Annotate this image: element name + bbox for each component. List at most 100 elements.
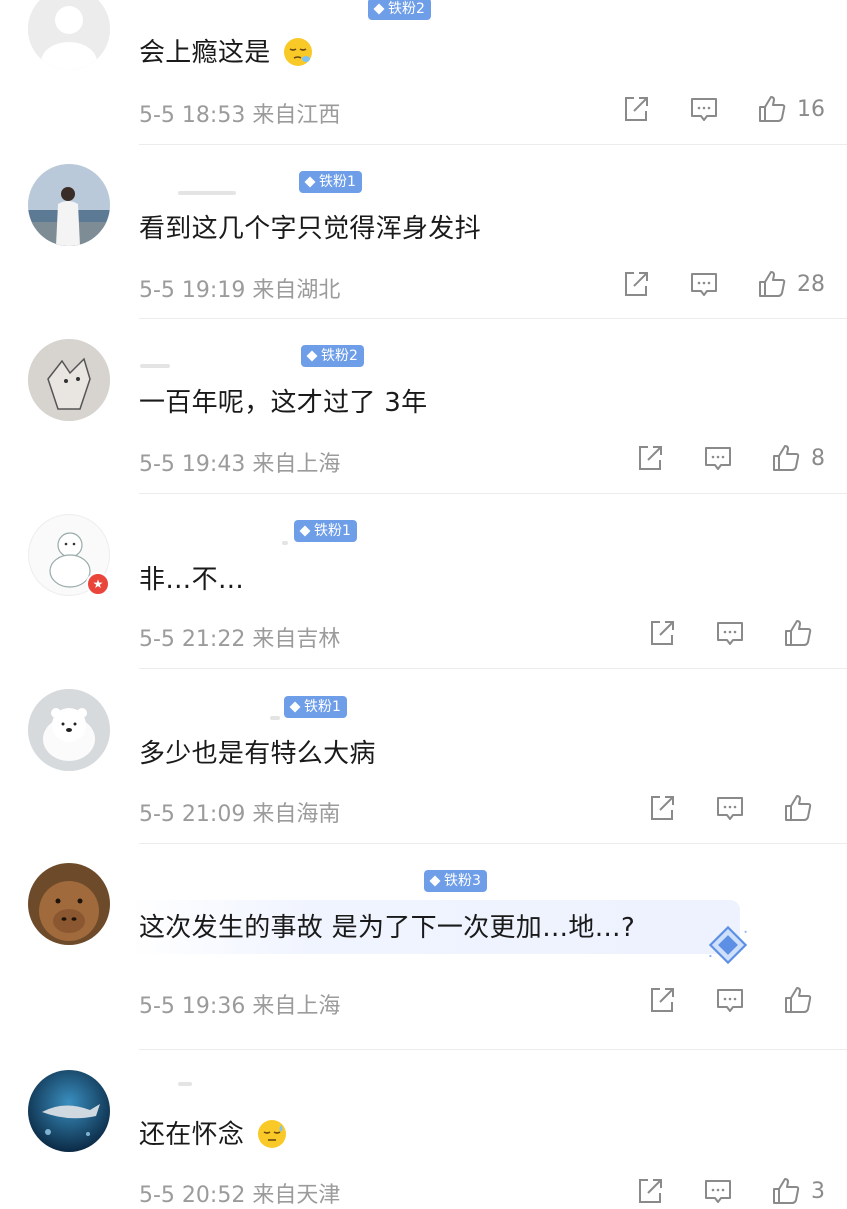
comment-meta: 5-5 18:53 来自江西 bbox=[139, 103, 341, 128]
username-blur bbox=[282, 541, 288, 545]
diamond-gem-icon bbox=[708, 925, 748, 965]
like-button[interactable] bbox=[783, 985, 823, 1015]
avatar[interactable] bbox=[28, 0, 110, 70]
like-button[interactable]: 16 bbox=[757, 94, 825, 124]
comment-item: ★ 铁粉1 非…不… 5-5 21:22 来自吉林 bbox=[0, 495, 847, 670]
diamond-gem-icon bbox=[373, 3, 385, 15]
share-icon bbox=[651, 796, 674, 820]
fan-level-badge: 铁粉2 bbox=[301, 345, 364, 367]
comment-item: 铁粉1 多少也是有特么大病 5-5 21:09 来自海南 bbox=[0, 670, 847, 845]
thumbs-up-icon bbox=[773, 1178, 800, 1204]
like-button[interactable]: 8 bbox=[771, 443, 825, 473]
fan-level-badge: 铁粉1 bbox=[294, 520, 357, 542]
fan-badge-label: 铁粉1 bbox=[314, 523, 351, 539]
diamond-gem-icon bbox=[304, 176, 316, 188]
fan-badge-label: 铁粉3 bbox=[444, 873, 481, 889]
diamond-gem-icon bbox=[299, 525, 311, 537]
divider bbox=[139, 318, 847, 319]
fan-badge-label: 铁粉2 bbox=[388, 1, 425, 17]
share-button[interactable] bbox=[621, 94, 651, 124]
comment-icon bbox=[705, 1180, 731, 1203]
comment-icon bbox=[717, 989, 743, 1012]
like-count: 16 bbox=[797, 96, 825, 122]
comment-actions bbox=[647, 793, 823, 823]
comment-text: 非…不… bbox=[139, 565, 245, 595]
share-icon bbox=[639, 446, 662, 470]
fan-level-badge: 铁粉1 bbox=[299, 171, 362, 193]
comment-icon bbox=[705, 447, 731, 470]
comment-item: 还在怀念 5-5 20:52 来自天津 3 bbox=[0, 1050, 847, 1208]
comment-icon bbox=[691, 273, 717, 296]
like-button[interactable] bbox=[783, 618, 823, 648]
comment-meta: 5-5 21:09 来自海南 bbox=[139, 802, 341, 827]
share-button[interactable] bbox=[635, 443, 665, 473]
avatar[interactable] bbox=[28, 863, 110, 945]
fan-badge-label: 铁粉2 bbox=[321, 348, 358, 364]
fan-level-badge: 铁粉1 bbox=[284, 696, 347, 718]
sleepy-face-icon bbox=[284, 38, 313, 66]
reply-button[interactable] bbox=[689, 269, 719, 299]
comment-text: 还在怀念 bbox=[139, 1118, 287, 1152]
comment-text: 看到这几个字只觉得浑身发抖 bbox=[139, 214, 481, 244]
avatar[interactable] bbox=[28, 164, 110, 246]
avatar[interactable] bbox=[28, 1070, 110, 1152]
thumbs-up-icon bbox=[785, 987, 812, 1013]
share-button[interactable] bbox=[635, 1176, 665, 1206]
divider bbox=[139, 493, 847, 494]
share-icon bbox=[651, 988, 674, 1012]
comment-actions: 28 bbox=[621, 269, 825, 299]
diamond-gem-icon bbox=[306, 350, 318, 362]
avatar[interactable] bbox=[28, 339, 110, 421]
divider bbox=[139, 668, 847, 669]
comment-item: 铁粉2 会上瘾这是 5-5 18:53 来自江西 16 bbox=[0, 0, 847, 145]
comment-meta: 5-5 19:43 来自上海 bbox=[139, 452, 341, 477]
thumbs-up-icon bbox=[785, 795, 812, 821]
like-button[interactable] bbox=[783, 793, 823, 823]
reply-button[interactable] bbox=[715, 985, 745, 1015]
divider bbox=[139, 843, 847, 844]
comment-actions: 16 bbox=[621, 94, 825, 124]
comment-item: 铁粉1 看到这几个字只觉得浑身发抖 5-5 19:19 来自湖北 28 bbox=[0, 145, 847, 320]
comment-actions bbox=[647, 985, 823, 1015]
comment-meta: 5-5 19:36 来自上海 bbox=[139, 994, 341, 1019]
comment-text: 会上瘾这是 bbox=[139, 36, 313, 70]
thumbs-up-icon bbox=[785, 620, 812, 646]
fan-level-badge: 铁粉2 bbox=[368, 0, 431, 20]
comment-actions bbox=[647, 618, 823, 648]
share-icon bbox=[651, 621, 674, 645]
comment-text: 多少也是有特么大病 bbox=[139, 739, 376, 769]
comment-icon bbox=[691, 98, 717, 121]
reply-button[interactable] bbox=[703, 1176, 733, 1206]
comment-meta: 5-5 21:22 来自吉林 bbox=[139, 627, 341, 652]
downcast-sweat-face-icon bbox=[257, 1120, 286, 1148]
username-blur bbox=[270, 716, 280, 720]
thumbs-up-icon bbox=[759, 96, 786, 122]
reply-button[interactable] bbox=[703, 443, 733, 473]
share-button[interactable] bbox=[647, 793, 677, 823]
comment-item: 铁粉2 一百年呢，这才过了 3年 5-5 19:43 来自上海 8 bbox=[0, 320, 847, 495]
avatar[interactable] bbox=[28, 689, 110, 771]
reply-button[interactable] bbox=[689, 94, 719, 124]
fan-badge-label: 铁粉1 bbox=[319, 174, 356, 190]
share-icon bbox=[625, 272, 648, 296]
comment-icon bbox=[717, 622, 743, 645]
thumbs-up-icon bbox=[773, 445, 800, 471]
like-button[interactable]: 28 bbox=[757, 269, 825, 299]
comment-meta: 5-5 20:52 来自天津 bbox=[139, 1183, 341, 1208]
thumbs-up-icon bbox=[759, 271, 786, 297]
comment-text: 这次发生的事故 是为了下一次更加…地…? bbox=[139, 913, 636, 943]
share-button[interactable] bbox=[621, 269, 651, 299]
username-blur bbox=[178, 191, 236, 195]
comment-icon bbox=[717, 797, 743, 820]
comment-meta: 5-5 19:19 来自湖北 bbox=[139, 278, 341, 303]
like-button[interactable]: 3 bbox=[771, 1176, 825, 1206]
share-icon bbox=[625, 97, 648, 121]
reply-button[interactable] bbox=[715, 618, 745, 648]
share-button[interactable] bbox=[647, 985, 677, 1015]
comment-actions: 8 bbox=[635, 443, 825, 473]
reply-button[interactable] bbox=[715, 793, 745, 823]
fan-badge-label: 铁粉1 bbox=[304, 699, 341, 715]
like-count: 28 bbox=[797, 271, 825, 297]
share-button[interactable] bbox=[647, 618, 677, 648]
comment-item: 铁粉3 这次发生的事故 是为了下一次更加…地…? 5-5 19:36 来自上海 bbox=[0, 845, 847, 1050]
